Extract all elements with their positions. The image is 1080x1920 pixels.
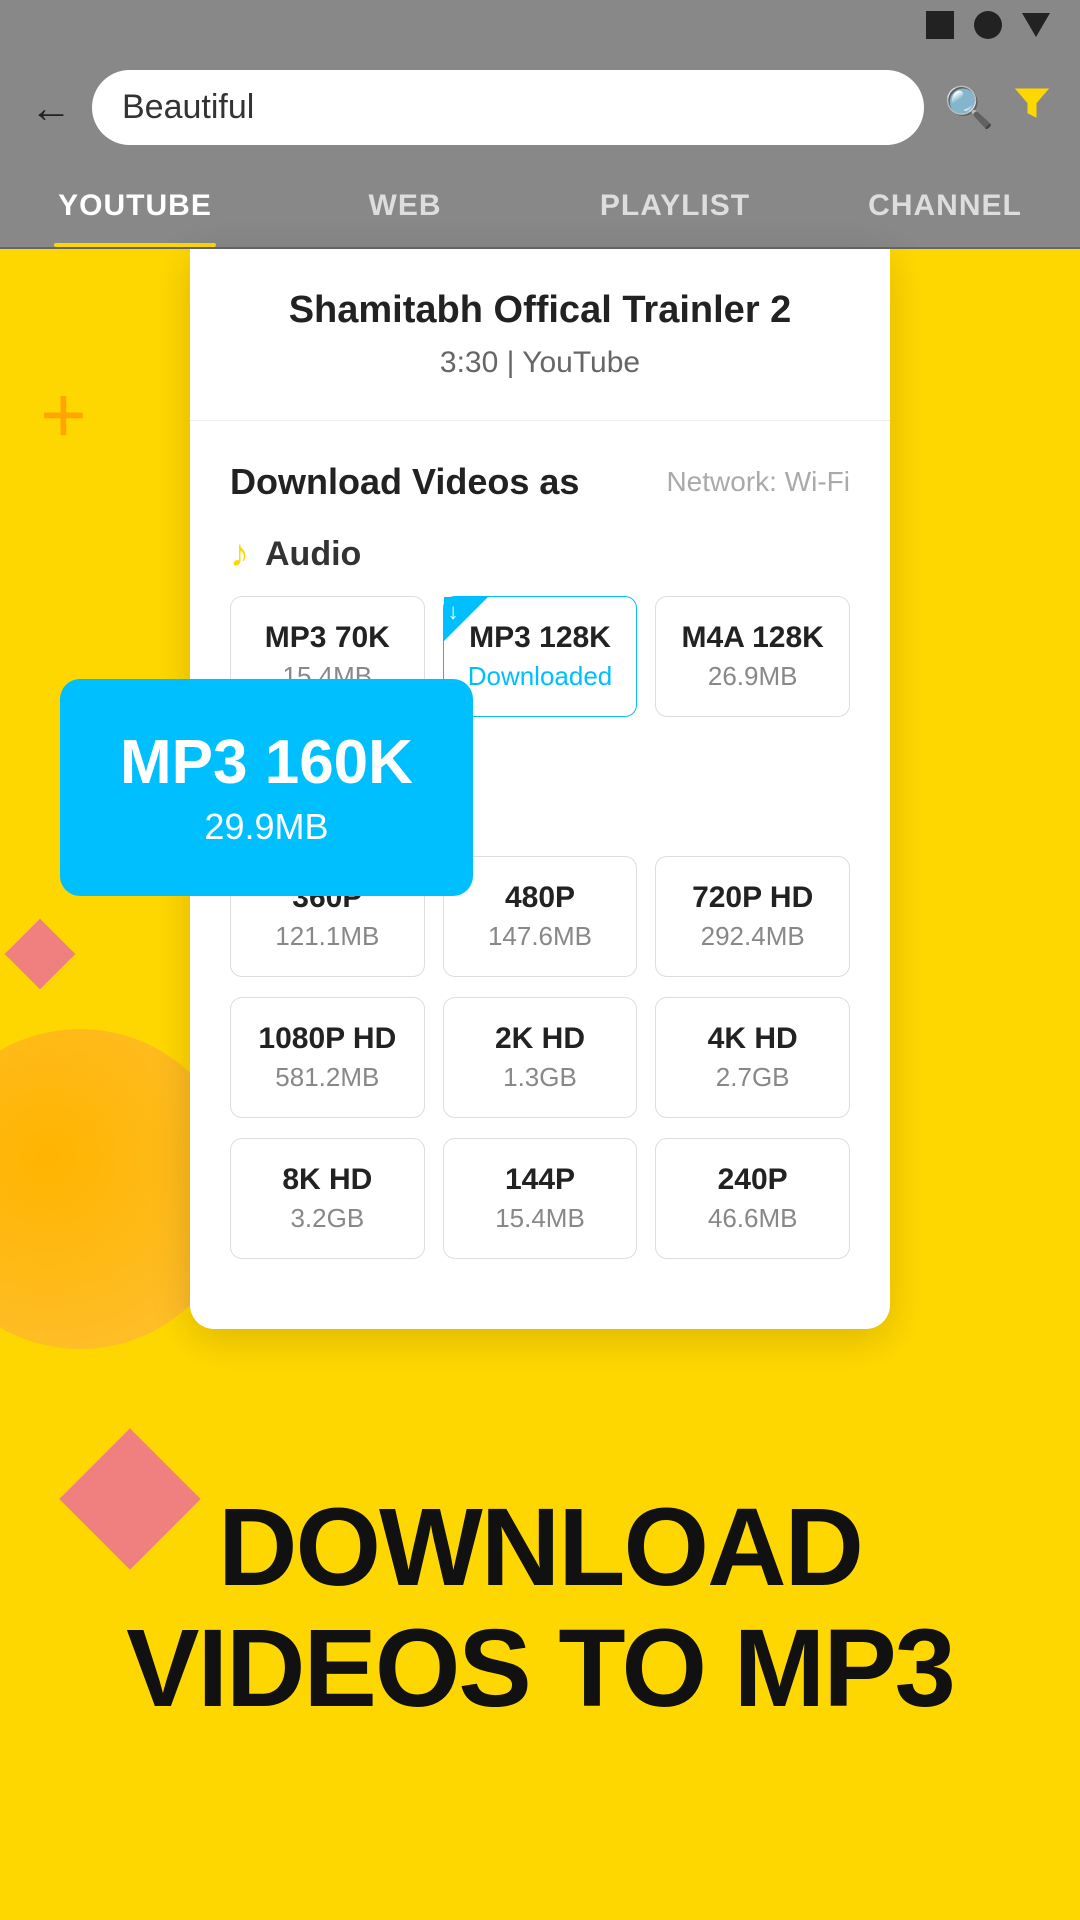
format-size: 1.3GB	[454, 1062, 627, 1093]
format-name: 4K HD	[666, 1022, 839, 1056]
download-label: Download Videos as	[230, 461, 579, 503]
bottom-line-2: VIDEOS TO MP3	[100, 1608, 980, 1729]
format-8k[interactable]: 8K HD 3.2GB	[230, 1138, 425, 1259]
divider	[190, 420, 890, 421]
format-size: 3.2GB	[241, 1203, 414, 1234]
battery-icon	[926, 11, 954, 39]
bottom-line-1: DOWNLOAD	[100, 1487, 980, 1608]
downloaded-badge	[444, 597, 488, 641]
signal-icon	[974, 11, 1002, 39]
format-name: M4A 128K	[666, 621, 839, 655]
format-4k[interactable]: 4K HD 2.7GB	[655, 997, 850, 1118]
network-label: Network: Wi-Fi	[666, 466, 850, 498]
format-name: MP3 70K	[241, 621, 414, 655]
floating-format-size: 29.9MB	[120, 806, 413, 848]
search-button[interactable]: 🔍	[944, 84, 994, 131]
format-2k[interactable]: 2K HD 1.3GB	[443, 997, 638, 1118]
audio-label: Audio	[265, 535, 361, 574]
plus-decoration: +	[40, 369, 87, 461]
back-button[interactable]: ←	[30, 87, 72, 129]
format-size: 2.7GB	[666, 1062, 839, 1093]
diamond-decoration-small	[5, 919, 76, 990]
format-size: 46.6MB	[666, 1203, 839, 1234]
audio-icon: ♪	[230, 533, 249, 576]
floating-format-name: MP3 160K	[120, 727, 413, 798]
format-size: 121.1MB	[241, 921, 414, 952]
format-size: 292.4MB	[666, 921, 839, 952]
tabs-bar: YOUTUBE WEB PLAYLIST CHANNEL	[0, 165, 1080, 249]
format-size: 15.4MB	[454, 1203, 627, 1234]
status-bar	[0, 0, 1080, 50]
bottom-promo-text: DOWNLOAD VIDEOS TO MP3	[0, 1487, 1080, 1729]
search-input[interactable]: Beautiful	[122, 88, 254, 127]
format-size: 581.2MB	[241, 1062, 414, 1093]
format-1080p[interactable]: 1080P HD 581.2MB	[230, 997, 425, 1118]
tab-web[interactable]: WEB	[270, 165, 540, 247]
format-name: 8K HD	[241, 1163, 414, 1197]
format-size: Downloaded	[454, 661, 627, 692]
format-720p[interactable]: 720P HD 292.4MB	[655, 856, 850, 977]
format-name: 2K HD	[454, 1022, 627, 1056]
search-bar[interactable]: Beautiful	[92, 70, 924, 145]
download-section-header: Download Videos as Network: Wi-Fi	[230, 461, 850, 503]
format-size: 147.6MB	[454, 921, 627, 952]
filter-button[interactable]	[1014, 85, 1050, 130]
video-format-grid-3: 8K HD 3.2GB 144P 15.4MB 240P 46.6MB	[230, 1138, 850, 1259]
audio-section-label: ♪ Audio	[230, 533, 850, 576]
format-name: 240P	[666, 1163, 839, 1197]
format-name: 480P	[454, 881, 627, 915]
tab-playlist[interactable]: PLAYLIST	[540, 165, 810, 247]
format-name: 144P	[454, 1163, 627, 1197]
format-240p[interactable]: 240P 46.6MB	[655, 1138, 850, 1259]
format-144p[interactable]: 144P 15.4MB	[443, 1138, 638, 1259]
header: ← Beautiful 🔍	[0, 50, 1080, 165]
format-name: 720P HD	[666, 881, 839, 915]
floating-format-card[interactable]: MP3 160K 29.9MB	[60, 679, 473, 896]
video-meta: 3:30 | YouTube	[230, 346, 850, 380]
tab-channel[interactable]: CHANNEL	[810, 165, 1080, 247]
format-m4a-128k[interactable]: M4A 128K 26.9MB	[655, 596, 850, 717]
tab-youtube[interactable]: YOUTUBE	[0, 165, 270, 247]
video-title: Shamitabh Offical Trainler 2	[230, 289, 850, 332]
format-size: 26.9MB	[666, 661, 839, 692]
format-name: 1080P HD	[241, 1022, 414, 1056]
video-format-grid-2: 1080P HD 581.2MB 2K HD 1.3GB 4K HD 2.7GB	[230, 997, 850, 1118]
wifi-icon	[1022, 13, 1050, 37]
